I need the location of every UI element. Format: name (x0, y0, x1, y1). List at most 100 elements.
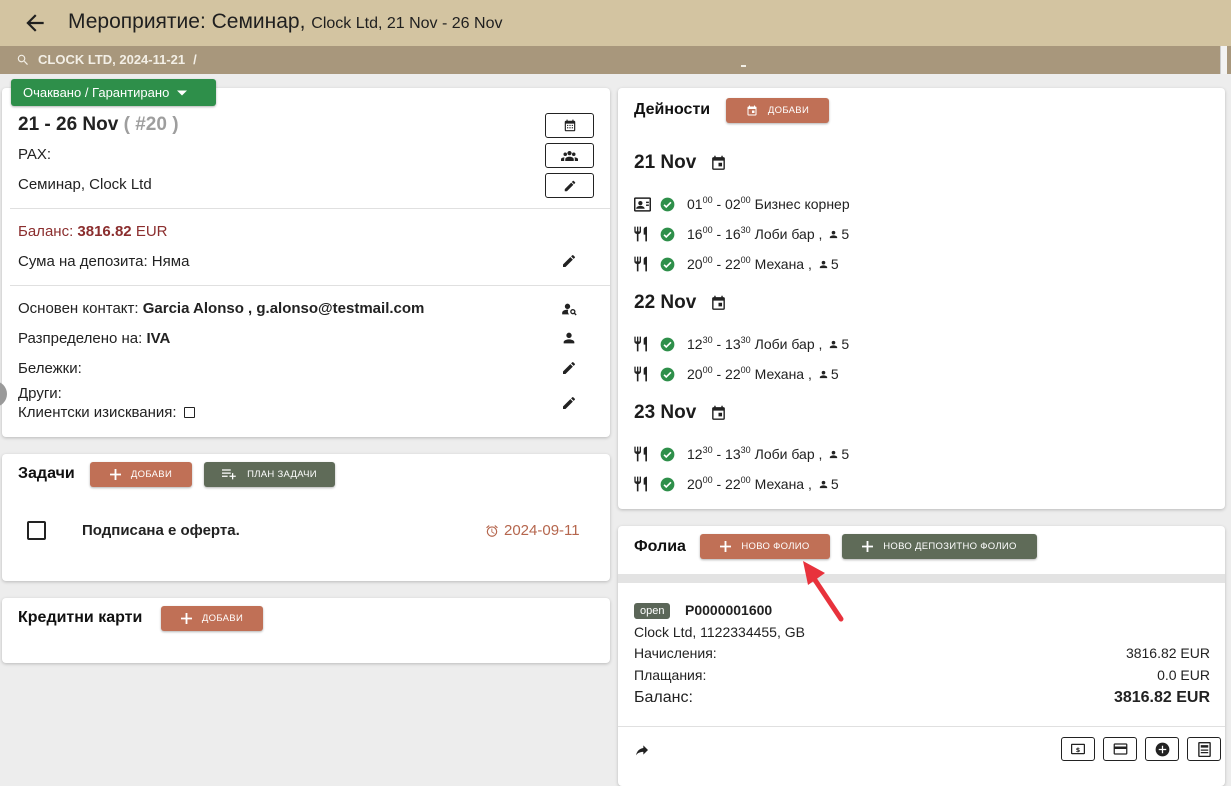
search-contact-icon[interactable] (561, 301, 578, 317)
plus-icon (180, 613, 192, 624)
activity-row[interactable]: 2000 - 2200 Механа , 5 (634, 254, 839, 274)
breadcrumb[interactable]: CLOCK LTD, 2024-11-21 / (16, 52, 197, 67)
balance-label: Баланс: (18, 223, 74, 240)
person-icon (818, 369, 829, 380)
activity-row[interactable]: 1600 - 1630 Лоби бар , 5 (634, 224, 849, 244)
group-icon (561, 150, 578, 161)
person-icon[interactable] (561, 330, 577, 346)
contact-card-icon (634, 196, 652, 212)
calendar-button[interactable] (545, 113, 594, 138)
print-receipt-button[interactable] (1187, 737, 1221, 761)
scrollbar[interactable] (1220, 46, 1227, 74)
plus-icon (720, 541, 732, 552)
activity-time: 1600 - 1630 (687, 225, 751, 243)
activity-row[interactable]: 2000 - 2200 Механа , 5 (634, 364, 839, 384)
status-dropdown[interactable]: Очаквано / Гарантирано (11, 79, 216, 106)
share-forward-icon[interactable] (634, 742, 650, 758)
person-icon (828, 339, 839, 350)
person-icon (818, 259, 829, 270)
activity-day-header: 23 Nov (634, 402, 727, 424)
credit-card-icon (1113, 743, 1127, 755)
task-plan-label: ПЛАН ЗАДАЧИ (247, 469, 317, 480)
event-icon (747, 105, 757, 115)
page-title: Мероприятие: Семинар, Clock Ltd, 21 Nov … (68, 10, 502, 34)
requirements-row: Клиентски изисквания: (18, 404, 195, 421)
restaurant-icon (634, 446, 652, 462)
activity-pax: 5 (828, 226, 849, 242)
requirements-checkbox[interactable] (183, 407, 195, 418)
activity-place: Бизнес корнер (754, 196, 850, 212)
edit-event-button[interactable] (545, 173, 594, 198)
activity-pax: 5 (828, 336, 849, 352)
breadcrumb-bar: CLOCK LTD, 2024-11-21 / (0, 46, 1231, 74)
activity-row[interactable]: 1230 - 1330 Лоби бар , 5 (634, 444, 849, 464)
new-deposit-folio-button[interactable]: НОВО ДЕПОЗИТНО ФОЛИО (842, 534, 1037, 559)
activity-place: Механа , (754, 256, 812, 272)
person-icon (828, 449, 839, 460)
notes-label: Бележки: (18, 360, 82, 377)
check-circle-icon (660, 257, 675, 272)
balance-value: 3816.82 (77, 223, 132, 240)
charges-value: 3816.82 EUR (1125, 645, 1210, 661)
activity-row[interactable]: 2000 - 2200 Механа , 5 (634, 474, 839, 494)
assigned-label: Разпределено на: (18, 330, 143, 347)
invoice-button[interactable]: $ (1061, 737, 1095, 761)
plus-icon (862, 541, 874, 552)
activity-row[interactable]: 0100 - 0200 Бизнес корнер (634, 194, 850, 214)
assigned-row: Разпределено на: IVA (18, 330, 170, 347)
balance-row: Баланс: 3816.82 EUR (18, 223, 167, 240)
day-label: 23 Nov (634, 402, 697, 423)
activity-day-header: 21 Nov (634, 152, 727, 174)
credit-cards-card (2, 598, 610, 663)
activity-place: Лоби бар , (754, 226, 823, 242)
add-task-label: ДОБАВИ (130, 469, 173, 480)
folios-title: Фолиа (634, 538, 686, 555)
edit-other-icon[interactable] (561, 395, 577, 411)
folio-balance-label: Баланс: (634, 689, 693, 706)
add-task-button[interactable]: ДОБАВИ (90, 462, 192, 487)
money-icon: $ (1071, 743, 1085, 755)
breadcrumb-text[interactable]: CLOCK LTD, 2024-11-21 (38, 52, 185, 67)
calendar-icon[interactable] (710, 295, 727, 312)
restaurant-icon (634, 476, 652, 492)
add-charge-button[interactable] (1145, 737, 1179, 761)
add-activity-button[interactable]: ДОБАВИ (726, 98, 829, 123)
person-icon (828, 229, 839, 240)
charges-label: Начисления: (634, 645, 717, 661)
pax-label: PAX: (18, 146, 52, 163)
activity-pax: 5 (818, 366, 839, 382)
activity-place: Лоби бар , (754, 446, 823, 462)
event-name: Семинар, Clock Ltd (18, 176, 152, 193)
divider (10, 285, 610, 286)
check-circle-icon (660, 447, 675, 462)
add-activity-label: ДОБАВИ (767, 105, 810, 116)
add-card-label: ДОБАВИ (201, 613, 244, 624)
payment-card-button[interactable] (1103, 737, 1137, 761)
activity-pax: 5 (818, 256, 839, 272)
back-arrow-icon[interactable] (22, 10, 48, 36)
title-subtitle: Clock Ltd, 21 Nov - 26 Nov (311, 15, 503, 32)
activity-time: 1230 - 1330 (687, 335, 751, 353)
dates-value: 21 - 26 Nov (18, 114, 119, 135)
divider (10, 208, 610, 209)
edit-deposit-icon[interactable] (561, 253, 577, 269)
restaurant-icon (634, 226, 652, 242)
activity-time: 2000 - 2200 (687, 475, 751, 493)
person-icon (818, 479, 829, 490)
edit-notes-icon[interactable] (561, 360, 577, 376)
calendar-icon[interactable] (710, 405, 727, 422)
payments-value: 0.0 EUR (1157, 667, 1210, 683)
add-card-button[interactable]: ДОБАВИ (161, 606, 263, 631)
calendar-icon[interactable] (710, 155, 727, 172)
search-icon[interactable] (16, 53, 30, 67)
activity-row[interactable]: 1230 - 1330 Лоби бар , 5 (634, 334, 849, 354)
check-circle-icon (660, 367, 675, 382)
annotation-arrow (803, 561, 844, 622)
guests-button[interactable] (545, 143, 594, 168)
task-plan-button[interactable]: ПЛАН ЗАДАЧИ (204, 462, 335, 487)
payments-label: Плащания: (634, 667, 707, 683)
folio-status-badge: open (634, 603, 671, 619)
folio-number[interactable]: P0000001600 (685, 602, 772, 618)
task-checkbox[interactable] (27, 521, 46, 540)
activity-pax: 5 (818, 476, 839, 492)
